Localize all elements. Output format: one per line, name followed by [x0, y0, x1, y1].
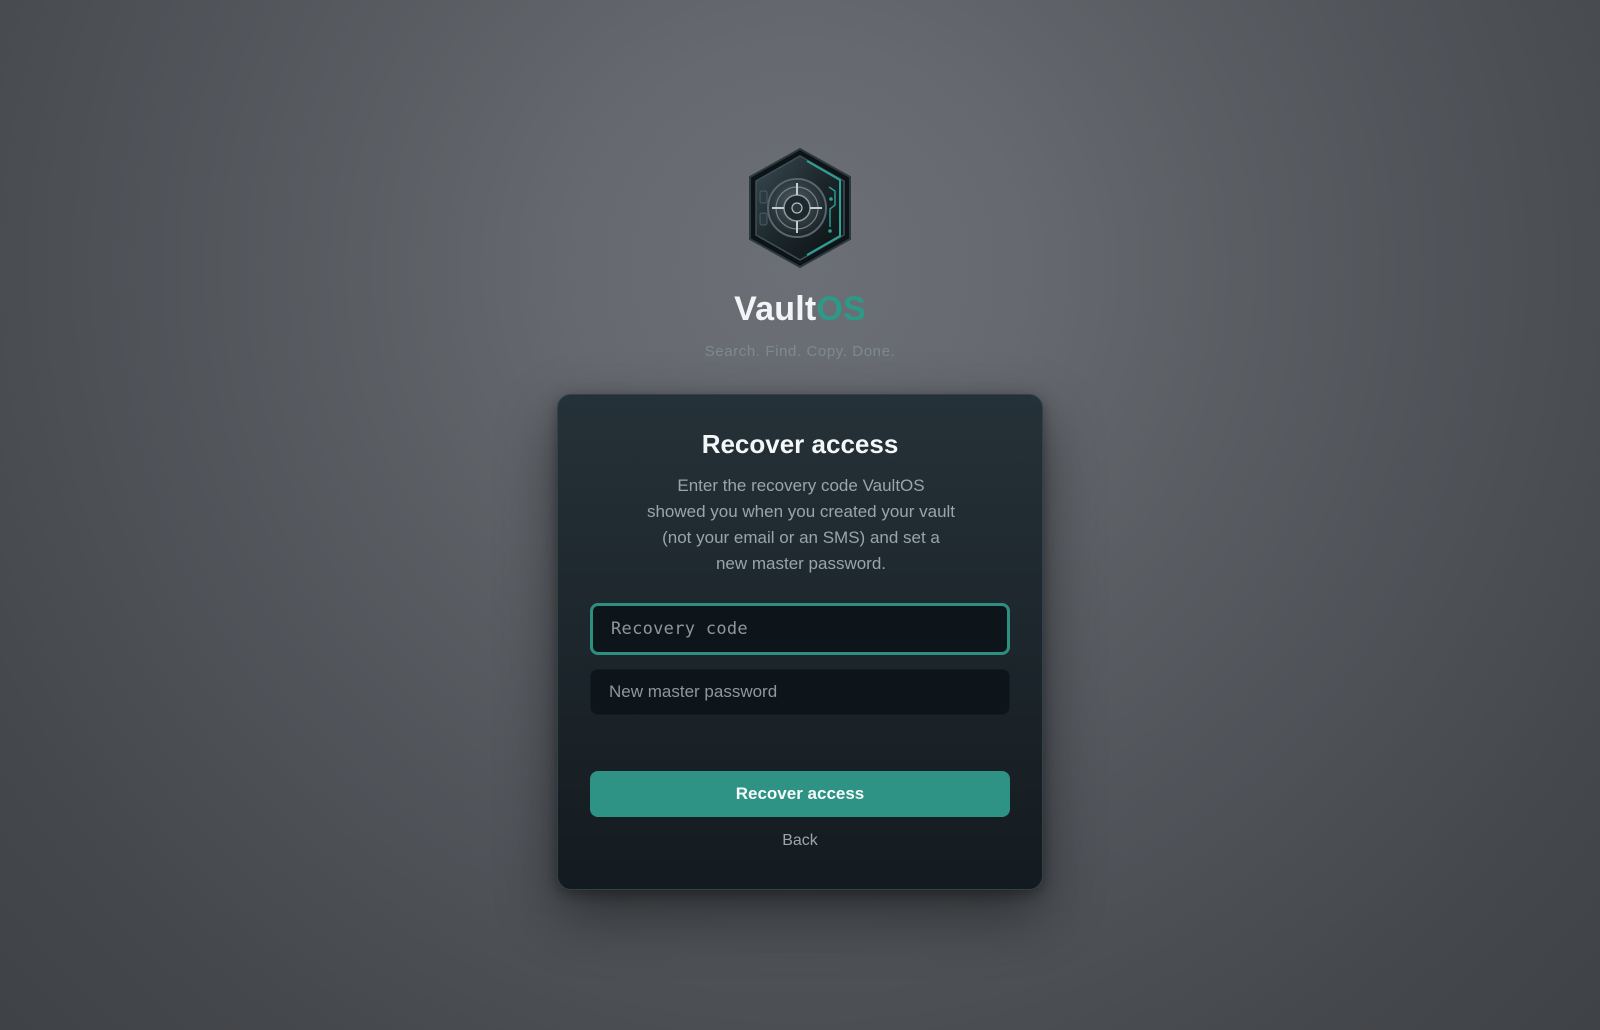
recover-access-button[interactable]: Recover access — [590, 771, 1010, 817]
brand-name-main: Vault — [734, 290, 817, 328]
brand-name-accent: OS — [816, 290, 866, 328]
brand-name: VaultOS — [0, 290, 1600, 329]
card-description: Enter the recovery code VaultOS showed y… — [646, 476, 956, 573]
brand-tagline: Search. Find. Copy. Done. — [704, 343, 896, 360]
card-title: Recover access — [701, 429, 899, 459]
recover-access-page: VaultOS Search. Find. Copy. Done. Recove… — [0, 0, 1600, 1030]
recovery-code-input[interactable] — [590, 603, 1010, 655]
vault-safe-icon — [749, 147, 851, 269]
new-master-password-input[interactable] — [590, 669, 1010, 715]
recover-access-card: Recover access Enter the recovery code V… — [557, 394, 1043, 890]
back-button[interactable]: Back — [558, 831, 1042, 851]
